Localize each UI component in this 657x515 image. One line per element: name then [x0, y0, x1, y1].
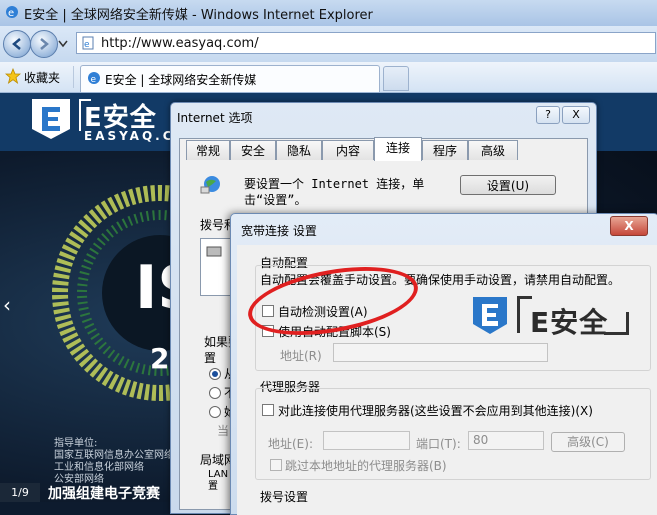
tab-advanced[interactable]: 高级 [468, 140, 518, 160]
dial-when-no-network-radio[interactable] [209, 387, 221, 399]
bypass-local-label: 跳过本地地址的代理服务器(B) [285, 459, 447, 473]
favorites-bar: 收藏夹 e E安全 | 全球网络安全新传媒 [0, 62, 657, 93]
help-button[interactable]: ? [536, 106, 560, 124]
organizer-list: 指导单位: 国家互联网信息办公室网络 工业和信息化部网络 公安部网络 [54, 438, 174, 486]
tab-security[interactable]: 安全 [230, 140, 276, 160]
carousel-caption[interactable]: 加强组建电子竞赛 [48, 483, 160, 502]
window-title: E安全 | 全球网络安全新传媒 - Windows Internet Explo… [24, 8, 373, 23]
lan-description-line: LAN [208, 469, 229, 480]
toolbar-separator [73, 66, 74, 88]
ie-logo-icon: e [6, 6, 18, 19]
script-address-input[interactable] [333, 343, 548, 362]
carousel-prev-icon[interactable]: ‹ [3, 293, 11, 317]
svg-text:e: e [84, 40, 90, 50]
forward-button[interactable] [30, 30, 58, 58]
watermark-logo-icon [473, 297, 507, 334]
url-text: http://www.easyaq.com/ [101, 36, 259, 51]
back-arrow-icon [12, 38, 21, 50]
dialog-title: Internet 选项 [177, 111, 253, 125]
easyaq-logo-icon [32, 99, 70, 139]
organizer-line: 国家互联网信息办公室网络 [54, 450, 174, 461]
svg-text:e: e [91, 75, 97, 85]
proxy-address-input[interactable] [323, 431, 410, 450]
close-button[interactable]: X [610, 216, 648, 236]
recent-pages-dropdown-icon[interactable] [58, 40, 68, 48]
lan-description-line: 置 [208, 481, 218, 492]
tab-connections[interactable]: 连接 [374, 137, 422, 161]
tab-page-icon: e [88, 72, 100, 85]
address-input[interactable]: e http://www.easyaq.com/ [76, 32, 656, 54]
proxy-address-label: 地址(E): [268, 437, 313, 451]
forward-arrow-icon [40, 38, 49, 50]
favorites-star-icon[interactable] [5, 68, 21, 84]
tab-privacy[interactable]: 隐私 [276, 140, 322, 160]
dial-settings-heading: 拨号设置 [260, 490, 309, 504]
watermark-text: E安全 [530, 306, 609, 339]
dialog-title: 宽带连接 设置 [241, 224, 317, 238]
dial-always-radio[interactable] [209, 406, 221, 418]
new-tab-button[interactable] [383, 66, 409, 91]
script-address-label: 地址(R) [280, 349, 322, 363]
close-button[interactable]: X [562, 106, 590, 124]
proxy-port-input[interactable]: 80 [468, 431, 544, 450]
proxy-port-label: 端口(T): [416, 437, 461, 451]
use-proxy-label: 对此连接使用代理服务器(这些设置不会应用到其他连接)(X) [278, 404, 593, 418]
hero-number: 2 [150, 342, 169, 375]
setup-button[interactable]: 设置(U) [460, 175, 556, 195]
dialup-connection-icon [206, 246, 222, 257]
tab-general[interactable]: 常规 [186, 140, 230, 160]
tab-title: E安全 | 全球网络安全新传媒 [105, 73, 257, 87]
favorites-button[interactable]: 收藏夹 [24, 69, 60, 86]
address-bar-row: e http://www.easyaq.com/ [0, 26, 657, 62]
organizer-line: 工业和信息化部网络 [54, 462, 144, 473]
svg-text:e: e [8, 8, 14, 19]
tab-programs[interactable]: 程序 [422, 140, 468, 160]
bypass-local-checkbox[interactable] [270, 459, 282, 471]
page-icon: e [82, 36, 94, 50]
organizer-line: 指导单位: [54, 438, 98, 449]
carousel-page-indicator: 1/9 [0, 483, 40, 502]
tab-content[interactable]: 内容 [322, 140, 374, 160]
current-default-label: 当 [217, 424, 230, 438]
window-title-bar: e E安全 | 全球网络安全新传媒 - Windows Internet Exp… [0, 0, 657, 27]
lan-description: LAN 置 [208, 469, 228, 493]
globe-icon [200, 176, 220, 194]
use-proxy-checkbox[interactable] [262, 404, 274, 416]
watermark-bracket-end [604, 312, 629, 335]
browser-tab-active[interactable]: e E安全 | 全球网络安全新传媒 [80, 65, 380, 92]
back-button[interactable] [3, 30, 31, 58]
setup-description: 要设置一个 Internet 连接，单击“设置”。 [244, 177, 425, 207]
dial-never-radio[interactable] [209, 368, 221, 380]
advanced-button[interactable]: 高级(C) [551, 432, 625, 452]
